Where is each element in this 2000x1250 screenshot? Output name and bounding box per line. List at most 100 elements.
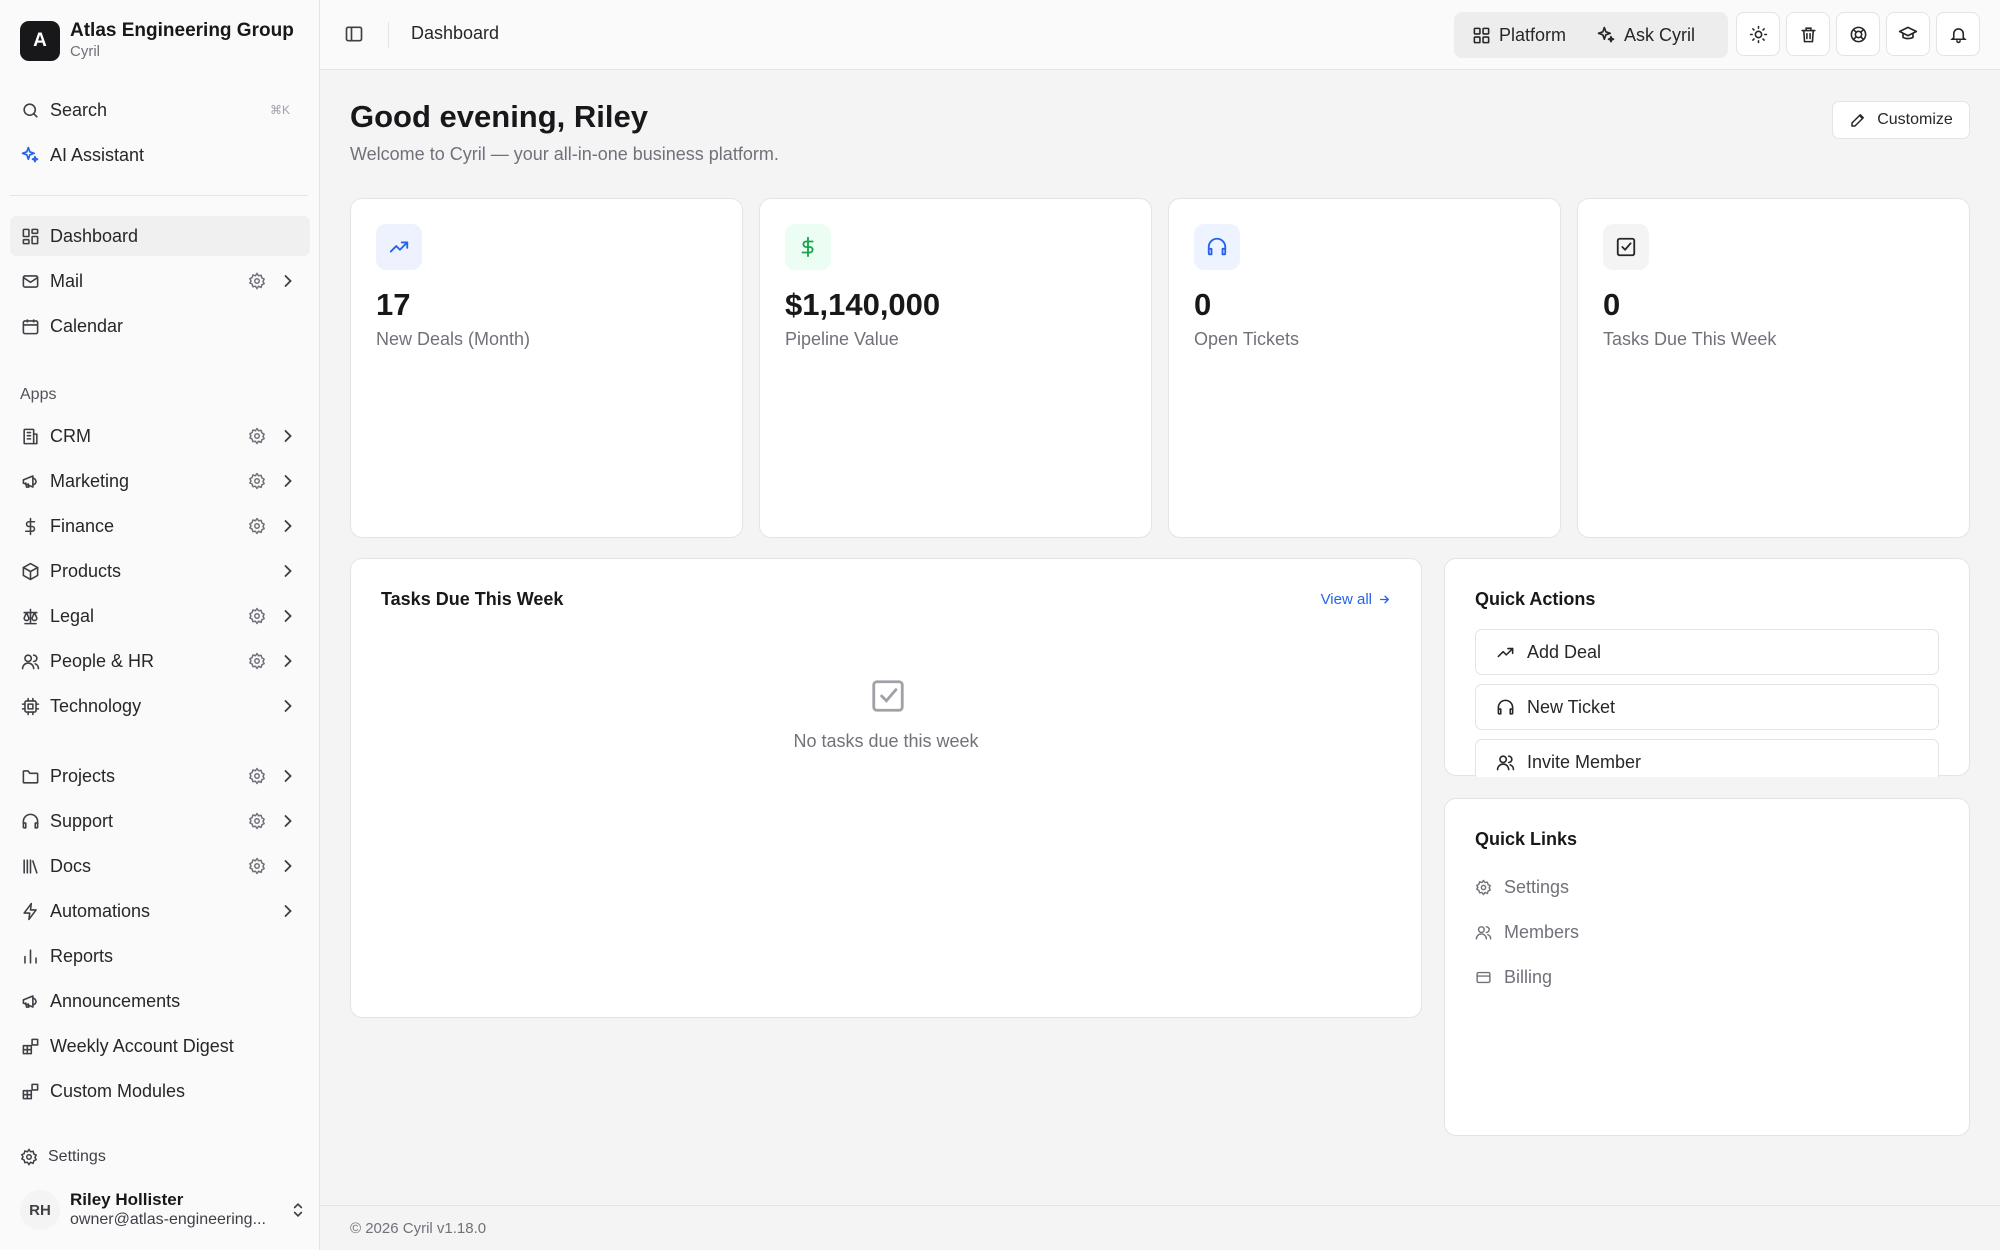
gear-icon[interactable] [248, 812, 266, 830]
stat-card-open-tickets[interactable]: 0 Open Tickets [1168, 198, 1561, 538]
users-icon [1475, 924, 1504, 941]
stat-card-tasks-due-this-week[interactable]: 0 Tasks Due This Week [1577, 198, 1970, 538]
quick-link-billing[interactable]: Billing [1475, 967, 1552, 988]
user-menu[interactable]: RH Riley Hollister owner@atlas-engineeri… [20, 1188, 308, 1232]
sidebar-item-support[interactable]: Support [10, 801, 310, 841]
sidebar-item-legal[interactable]: Legal [10, 596, 310, 636]
chevron-right-icon[interactable] [278, 766, 298, 786]
chevron-right-icon[interactable] [278, 696, 298, 716]
sidebar-item-label: Projects [50, 765, 116, 786]
topbar-actions: Platform Ask Cyril [1454, 12, 1728, 58]
chevron-right-icon[interactable] [278, 651, 298, 671]
sidebar-item-announcements[interactable]: Announcements [10, 981, 310, 1021]
sidebar-item-finance[interactable]: Finance [10, 506, 310, 546]
learn-button[interactable] [1886, 12, 1930, 56]
help-button[interactable] [1836, 12, 1880, 56]
sidebar-item-people-hr[interactable]: People & HR [10, 641, 310, 681]
sidebar-item-weekly-account-digest[interactable]: Weekly Account Digest [10, 1026, 310, 1066]
search-icon [20, 100, 40, 120]
ask-cyril-button[interactable]: Ask Cyril [1596, 25, 1695, 46]
sidebar-item-label: Technology [50, 695, 142, 716]
stat-card-pipeline-value[interactable]: $1,140,000 Pipeline Value [759, 198, 1152, 538]
gear-icon[interactable] [248, 652, 266, 670]
quick-link-label: Billing [1504, 967, 1553, 987]
gear-icon[interactable] [248, 472, 266, 490]
headphones-icon [1194, 224, 1240, 270]
view-all-link[interactable]: View all [1321, 591, 1391, 608]
sidebar-item-ai-assistant[interactable]: AI Assistant [10, 135, 310, 175]
gear-icon[interactable] [248, 427, 266, 445]
gear-icon [1475, 879, 1504, 896]
chevron-right-icon[interactable] [278, 516, 298, 536]
trash-button[interactable] [1786, 12, 1830, 56]
user-plus-icon [1496, 753, 1527, 772]
sidebar-item-reports[interactable]: Reports [10, 936, 310, 976]
sidebar-item-label: Reports [50, 945, 114, 966]
quick-link-members[interactable]: Members [1475, 922, 1579, 943]
breadcrumb: Dashboard [411, 23, 500, 43]
gear-icon[interactable] [248, 272, 266, 290]
sidebar-item-calendar[interactable]: Calendar [10, 306, 310, 346]
sidebar-item-automations[interactable]: Automations [10, 891, 310, 931]
cpu-icon [20, 696, 40, 716]
platform-button[interactable]: Platform [1472, 25, 1566, 46]
platform-label: Platform [1499, 24, 1567, 45]
gear-icon[interactable] [248, 607, 266, 625]
blocks-icon [20, 1036, 40, 1056]
chevron-right-icon[interactable] [278, 606, 298, 626]
settings-label: Settings [48, 1148, 106, 1165]
headphones-icon [20, 811, 40, 831]
topbar-divider [388, 22, 389, 48]
chevron-right-icon[interactable] [278, 811, 298, 831]
sidebar-item-custom-modules[interactable]: Custom Modules [10, 1071, 310, 1111]
chevron-right-icon[interactable] [278, 271, 298, 291]
org-switcher[interactable]: A Atlas Engineering Group Cyril [20, 20, 294, 62]
gear-icon[interactable] [248, 857, 266, 875]
new-ticket-button[interactable]: New Ticket [1475, 684, 1939, 730]
sidebar-divider [10, 195, 308, 196]
sidebar-item-docs[interactable]: Docs [10, 846, 310, 886]
sidebar-item-label: Automations [50, 900, 151, 921]
sidebar-item-label: Search [50, 99, 108, 120]
sidebar-item-label: Dashboard [50, 225, 139, 246]
notifications-button[interactable] [1936, 12, 1980, 56]
chevron-right-icon[interactable] [278, 901, 298, 921]
sidebar-item-dashboard[interactable]: Dashboard [10, 216, 310, 256]
sidebar-item-label: Calendar [50, 315, 124, 336]
stat-value: 0 [1194, 287, 1212, 322]
sidebar-item-marketing[interactable]: Marketing [10, 461, 310, 501]
headphones-icon [1496, 698, 1527, 717]
building-icon [20, 426, 40, 446]
invite-member-button[interactable]: Invite Member [1475, 739, 1939, 777]
sidebar-search[interactable]: Search ⌘K [10, 90, 310, 130]
customize-button[interactable]: Customize [1832, 101, 1970, 139]
chevron-right-icon[interactable] [278, 426, 298, 446]
stat-value: 0 [1603, 287, 1621, 322]
sidebar-item-technology[interactable]: Technology [10, 686, 310, 726]
stat-card-new-deals-month[interactable]: 17 New Deals (Month) [350, 198, 743, 538]
sidebar-toggle-icon[interactable] [344, 24, 364, 44]
gear-icon[interactable] [248, 767, 266, 785]
sidebar-item-label: Custom Modules [50, 1080, 186, 1101]
chevron-right-icon[interactable] [278, 561, 298, 581]
chevron-right-icon[interactable] [278, 856, 298, 876]
trash-icon [1799, 25, 1818, 44]
sidebar-item-products[interactable]: Products [10, 551, 310, 591]
grid-icon [20, 226, 40, 246]
chevron-right-icon[interactable] [278, 471, 298, 491]
gear-icon[interactable] [248, 517, 266, 535]
sidebar-item-projects[interactable]: Projects [10, 756, 310, 796]
stat-label: Pipeline Value [785, 329, 899, 349]
quick-action-label: Add Deal [1527, 641, 1602, 662]
stat-value: 17 [376, 287, 411, 322]
sparkles-icon [20, 145, 40, 165]
sidebar-item-label: Mail [50, 270, 84, 291]
quick-link-settings[interactable]: Settings [1475, 877, 1569, 898]
arrow-right-icon [1372, 593, 1391, 606]
theme-toggle-button[interactable] [1736, 12, 1780, 56]
sidebar-item-crm[interactable]: CRM [10, 416, 310, 456]
add-deal-button[interactable]: Add Deal [1475, 629, 1939, 675]
quick-action-label: Invite Member [1527, 751, 1642, 772]
sidebar-settings[interactable]: Settings [20, 1148, 106, 1166]
sidebar-item-mail[interactable]: Mail [10, 261, 310, 301]
